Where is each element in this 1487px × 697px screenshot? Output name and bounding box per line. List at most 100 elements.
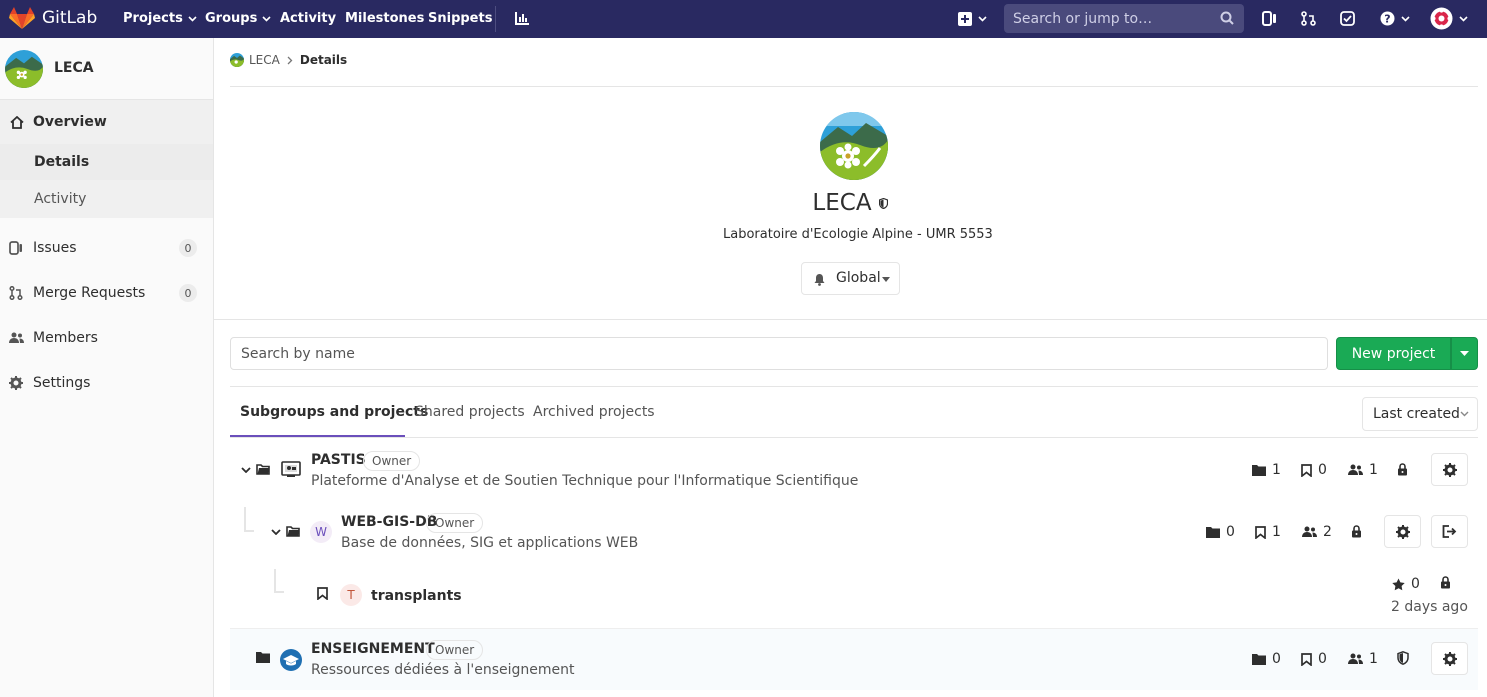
group-settings-button[interactable] xyxy=(1431,642,1468,675)
leave-group-button[interactable] xyxy=(1431,515,1468,548)
bookmark-icon xyxy=(1301,652,1312,666)
svg-text:?: ? xyxy=(1384,13,1390,26)
stars-count-value: 0 xyxy=(1411,576,1420,592)
projects-count-value: 0 xyxy=(1318,462,1327,478)
folder-icon xyxy=(1252,465,1266,476)
projects-count: 1 xyxy=(1255,524,1281,540)
stars-count: 0 xyxy=(1392,576,1420,592)
group-name[interactable]: PASTIS xyxy=(311,452,366,468)
group-description: Laboratoire d'Ecologie Alpine - UMR 5553 xyxy=(723,227,993,242)
group-settings-button[interactable] xyxy=(1384,515,1421,548)
subgroups-count-value: 0 xyxy=(1226,524,1235,540)
header-divider xyxy=(214,319,1487,320)
tab-archived-projects[interactable]: Archived projects xyxy=(533,404,655,420)
user-menu[interactable] xyxy=(1430,7,1468,30)
chevron-down-icon[interactable] xyxy=(241,467,251,473)
chevron-right-icon xyxy=(287,56,293,64)
sidebar-item-overview-label: Overview xyxy=(33,114,107,130)
lock-icon xyxy=(1352,525,1361,538)
toolbar-divider xyxy=(230,386,1478,387)
sidebar-group-header[interactable]: LECA xyxy=(0,38,213,99)
global-search-input[interactable]: Search or jump to… xyxy=(1004,4,1244,33)
role-badge: Owner xyxy=(363,451,421,471)
folder-icon xyxy=(256,652,270,663)
group-title-text: LECA xyxy=(812,190,872,216)
star-icon xyxy=(1392,578,1405,590)
sidebar-item-issues-label: Issues xyxy=(33,240,77,256)
lock-icon xyxy=(1441,576,1450,589)
chart-icon[interactable] xyxy=(515,11,530,25)
sidebar-group-name: LECA xyxy=(54,60,94,76)
sidebar-item-merge-requests-label: Merge Requests xyxy=(33,285,146,301)
nav-milestones[interactable]: Milestones xyxy=(345,11,424,26)
pastis-avatar xyxy=(281,461,301,477)
group-settings-button[interactable] xyxy=(1431,453,1468,486)
folder-open-icon xyxy=(256,464,270,475)
sidebar-item-members[interactable]: Members xyxy=(0,316,213,360)
subgroups-count-value: 1 xyxy=(1272,462,1281,478)
nav-groups-label: Groups xyxy=(205,11,258,26)
new-project-dropdown-toggle[interactable] xyxy=(1451,337,1478,370)
sidebar-item-merge-requests[interactable]: Merge Requests 0 xyxy=(0,271,213,315)
sidebar-item-members-label: Members xyxy=(33,330,98,346)
chevron-down-icon xyxy=(1459,15,1468,22)
group-letter-avatar: W xyxy=(310,521,332,543)
tab-shared-projects[interactable]: Shared projects xyxy=(415,404,525,420)
nav-groups[interactable]: Groups xyxy=(205,11,271,26)
group-title: LECA xyxy=(0,190,1487,216)
gear-icon xyxy=(1442,651,1457,666)
user-avatar-icon xyxy=(1430,7,1453,30)
filter-placeholder: Search by name xyxy=(241,345,355,362)
notification-dropdown[interactable]: Global xyxy=(801,262,900,295)
brand-name: GitLab xyxy=(42,8,98,28)
members-count-value: 1 xyxy=(1369,462,1378,478)
updated-time: 2 days ago xyxy=(1391,599,1468,615)
members-count: 1 xyxy=(1348,651,1378,667)
sidebar-item-settings[interactable]: Settings xyxy=(0,361,213,405)
chevron-down-icon xyxy=(262,15,271,22)
group-description: Ressources dédiées à l'enseignement xyxy=(311,662,575,678)
chevron-down-icon xyxy=(188,15,197,22)
sort-dropdown[interactable]: Last created xyxy=(1362,397,1478,431)
nav-projects[interactable]: Projects xyxy=(123,11,197,26)
sidebar-item-details-label: Details xyxy=(34,154,90,170)
subgroups-count-value: 0 xyxy=(1272,651,1281,667)
tab-subgroups-and-projects[interactable]: Subgroups and projects xyxy=(240,404,428,420)
gitlab-logo[interactable]: GitLab xyxy=(9,6,97,30)
filter-by-name-input[interactable]: Search by name xyxy=(230,337,1328,370)
nav-activity-label: Activity xyxy=(280,11,337,26)
gear-icon xyxy=(1442,462,1457,477)
group-sidebar: LECA Overview Details Activity Issues 0 … xyxy=(0,38,214,697)
new-project-button[interactable]: New project xyxy=(1336,337,1451,370)
members-count: 2 xyxy=(1302,524,1332,540)
merge-request-icon[interactable] xyxy=(1301,11,1316,26)
merge-request-icon xyxy=(9,286,23,300)
new-dropdown[interactable] xyxy=(958,12,987,26)
folder-icon xyxy=(1252,654,1266,665)
help-dropdown[interactable]: ? xyxy=(1380,11,1410,26)
project-name[interactable]: transplants xyxy=(371,588,462,604)
tree-connector xyxy=(274,569,284,593)
group-name[interactable]: WEB-GIS-DB xyxy=(341,514,437,530)
projects-count: 0 xyxy=(1301,462,1327,478)
group-name[interactable]: ENSEIGNEMENT xyxy=(311,641,435,657)
sidebar-item-settings-label: Settings xyxy=(33,375,91,391)
chevron-down-icon[interactable] xyxy=(271,529,281,535)
help-icon: ? xyxy=(1380,11,1395,26)
sidebar-item-overview[interactable]: Overview xyxy=(0,100,213,144)
nav-projects-label: Projects xyxy=(123,11,183,26)
members-count: 1 xyxy=(1348,462,1378,478)
group-row-enseignement[interactable] xyxy=(230,628,1478,690)
nav-activity[interactable]: Activity xyxy=(280,11,336,26)
members-count-value: 1 xyxy=(1369,651,1378,667)
issues-icon[interactable] xyxy=(1262,11,1277,26)
nav-divider xyxy=(495,6,496,32)
users-icon xyxy=(1348,653,1363,664)
breadcrumb-group-link[interactable]: LECA xyxy=(249,53,280,67)
sidebar-item-details[interactable]: Details xyxy=(0,144,213,180)
todo-check-icon[interactable] xyxy=(1340,11,1355,26)
sidebar-item-issues[interactable]: Issues 0 xyxy=(0,226,213,270)
nav-snippets[interactable]: Snippets xyxy=(428,11,492,26)
search-icon xyxy=(1220,11,1234,25)
caret-down-icon xyxy=(882,277,890,282)
